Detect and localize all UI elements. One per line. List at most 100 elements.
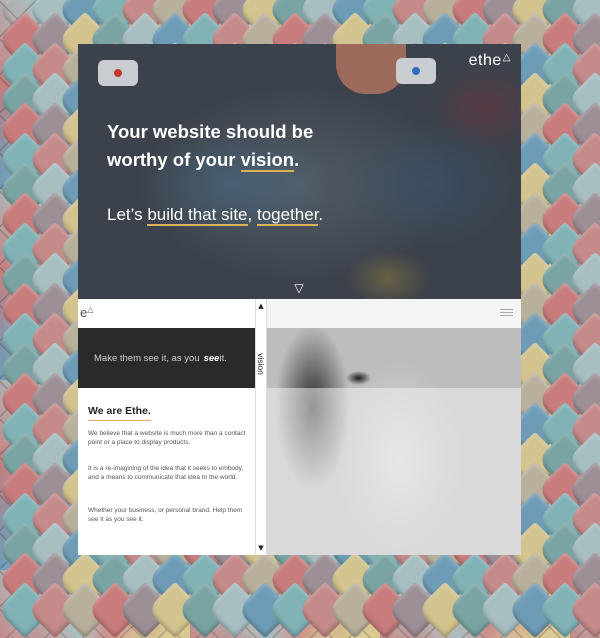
background-tile xyxy=(566,581,600,638)
background-tile xyxy=(0,371,54,429)
hamburger-menu-icon[interactable] xyxy=(500,309,513,317)
panel-logo[interactable]: e△ xyxy=(80,305,93,320)
triangle-icon: △ xyxy=(87,305,94,314)
headline-period: . xyxy=(294,149,300,170)
background-tile xyxy=(296,581,354,638)
background-tile xyxy=(416,581,474,638)
background-tile xyxy=(26,401,84,459)
background-tile xyxy=(0,71,54,129)
background-tile xyxy=(566,281,600,339)
background-tile xyxy=(446,581,504,638)
background-tile xyxy=(0,431,54,489)
background-tile xyxy=(536,251,594,309)
background-tile xyxy=(0,11,54,69)
scroll-down-arrow-icon[interactable]: ▼ xyxy=(256,544,266,552)
tagline-band: Make them see it, as you see it. xyxy=(78,328,255,388)
background-tile xyxy=(536,191,594,249)
background-tile xyxy=(26,311,84,369)
scroll-section-label: vision xyxy=(256,353,266,375)
background-tile xyxy=(26,161,84,219)
background-tile xyxy=(26,371,84,429)
background-tile xyxy=(536,101,594,159)
background-tile xyxy=(536,401,594,459)
background-tile xyxy=(26,41,84,99)
background-tile xyxy=(0,161,54,219)
background-tile xyxy=(446,0,504,39)
background-tile xyxy=(356,0,414,39)
background-tile xyxy=(536,0,594,39)
hero-panel: ethe△ Your website should be worthy of y… xyxy=(78,44,521,299)
background-tile xyxy=(536,431,594,489)
triangle-icon: △ xyxy=(502,52,511,63)
vertical-scrollbar[interactable]: ▲ vision ▼ xyxy=(255,299,267,555)
background-tile xyxy=(86,0,144,39)
background-tile xyxy=(26,191,84,249)
background-tile xyxy=(536,581,594,638)
panel-topbar xyxy=(267,299,521,328)
background-tile xyxy=(566,341,600,399)
background-tile xyxy=(0,131,54,189)
headline-line-2: worthy of your vision. xyxy=(107,146,367,174)
background-tile xyxy=(0,581,54,638)
background-tile xyxy=(236,581,294,638)
sub-highlight-1: build that site xyxy=(147,205,248,226)
background-tile xyxy=(56,581,114,638)
background-tile xyxy=(566,521,600,579)
background-tile xyxy=(566,11,600,69)
hero-subheadline: Let’s build that site, together. xyxy=(107,205,324,226)
background-tile xyxy=(26,281,84,339)
background-tile xyxy=(26,431,84,489)
portrait-band xyxy=(267,328,521,388)
background-tile xyxy=(536,161,594,219)
background-tile xyxy=(26,0,84,39)
brand-logo[interactable]: ethe△ xyxy=(469,52,511,70)
background-tile xyxy=(0,221,54,279)
background-tile xyxy=(0,191,54,249)
background-tile xyxy=(56,0,114,39)
background-tile xyxy=(506,581,564,638)
background-tile xyxy=(566,71,600,129)
sub-period: . xyxy=(318,205,324,224)
background-tile xyxy=(566,461,600,519)
background-tile xyxy=(116,0,174,39)
background-tile xyxy=(476,581,534,638)
tagline-emphasis: see xyxy=(203,352,220,364)
background-tile xyxy=(566,491,600,549)
sub-text-1: Let’s xyxy=(107,205,148,224)
background-tile xyxy=(26,11,84,69)
background-tile xyxy=(0,0,53,38)
about-paragraph-2: It is a re-imagining of the idea that it… xyxy=(88,465,244,481)
background-tile xyxy=(0,491,54,549)
background-tile xyxy=(566,101,600,159)
background-tile xyxy=(0,281,54,339)
scroll-up-arrow-icon[interactable]: ▲ xyxy=(256,302,266,310)
background-tile xyxy=(536,281,594,339)
background-tile xyxy=(566,41,600,99)
background-tile xyxy=(26,341,84,399)
background-tile xyxy=(236,0,294,39)
scroll-down-icon[interactable]: ▽ xyxy=(292,282,306,294)
background-tile xyxy=(26,521,84,579)
background-tile xyxy=(536,11,594,69)
background-tile xyxy=(476,0,534,39)
headline-highlight: vision xyxy=(240,149,295,172)
background-tile xyxy=(26,491,84,549)
tagline-end: it. xyxy=(219,352,227,364)
background-tile xyxy=(26,221,84,279)
background-tile xyxy=(0,311,54,369)
about-paragraph-1: We believe that a website is much more t… xyxy=(88,430,246,446)
about-paragraph-3: Whether your business, or personal brand… xyxy=(88,507,243,523)
background-tile xyxy=(536,461,594,519)
background-tile xyxy=(0,461,54,519)
background-tile xyxy=(146,0,204,39)
sub-text-2: , xyxy=(247,205,257,224)
tagline-text: Make them see it, as you xyxy=(94,352,200,364)
background-tile xyxy=(0,41,54,99)
background-tile xyxy=(0,251,54,309)
background-tile xyxy=(356,581,414,638)
background-tile xyxy=(566,371,600,429)
hero-headline: Your website should be worthy of your vi… xyxy=(107,118,367,174)
background-tile xyxy=(536,371,594,429)
background-tile xyxy=(536,341,594,399)
background-tile xyxy=(0,521,54,579)
